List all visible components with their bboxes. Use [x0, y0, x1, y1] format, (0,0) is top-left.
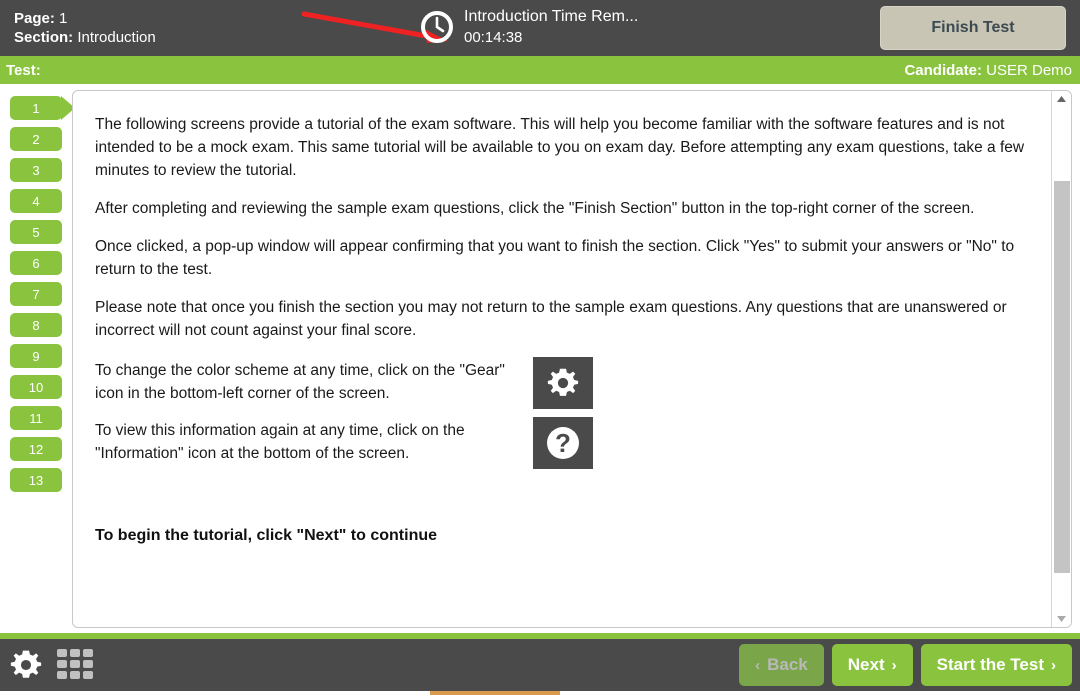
top-header: Page: 1 Section: Introduction Introducti…	[0, 0, 1080, 56]
sidebar-item-label: 3	[32, 162, 40, 178]
grid-icon[interactable]	[56, 647, 96, 683]
paragraph-4: Please note that once you finish the sec…	[95, 299, 1007, 339]
page-section-info: Page: 1 Section: Introduction	[14, 9, 156, 47]
back-button-label: Back	[767, 655, 808, 674]
candidate-value: USER Demo	[986, 61, 1072, 79]
clock-icon	[421, 11, 453, 43]
timer-title: Introduction Time Rem...	[464, 8, 639, 25]
test-label: Test:	[6, 61, 41, 79]
question-mark-icon-glyph: ?	[547, 427, 579, 459]
sidebar-item-13[interactable]: 13	[10, 468, 62, 492]
sidebar-item-label: 5	[32, 224, 40, 240]
start-test-button-label: Start the Test	[936, 655, 1044, 674]
timer-value: 00:14:38	[464, 29, 523, 46]
sidebar-item-label: 4	[32, 193, 40, 209]
test-info-bar: Test: Candidate: USER Demo	[0, 56, 1080, 84]
sidebar-item-label: 2	[32, 131, 40, 147]
page-value: 1	[59, 10, 68, 27]
info-instruction-text: To view this information again at any ti…	[95, 422, 465, 462]
section-value: Introduction	[77, 29, 156, 46]
section-label: Section:	[14, 29, 74, 46]
sidebar-item-label: 12	[28, 441, 44, 457]
page-label: Page:	[14, 10, 55, 27]
begin-tutorial-text: To begin the tutorial, click "Next" to c…	[95, 527, 438, 544]
next-button[interactable]: Next ›	[831, 644, 913, 686]
sidebar-item-6[interactable]: 6	[10, 251, 62, 275]
scroll-down-arrow[interactable]	[1052, 611, 1071, 627]
paragraph-3: Once clicked, a pop-up window will appea…	[95, 238, 1015, 278]
info-instruction-row: To view this information again at any ti…	[95, 417, 1035, 469]
next-button-label: Next	[847, 655, 885, 674]
sidebar-item-8[interactable]: 8	[10, 313, 62, 337]
paragraph-1: The following screens provide a tutorial…	[95, 116, 1025, 179]
candidate-label: Candidate:	[904, 61, 982, 79]
sidebar-item-label: 1	[32, 100, 40, 116]
chevron-left-icon: ‹	[755, 656, 761, 674]
page-line: Page: 1	[14, 9, 156, 28]
gear-instruction-row: To change the color scheme at any time, …	[95, 357, 1035, 409]
timer-block: Introduction Time Rem... 00:14:38	[420, 6, 638, 48]
footer-toolbar: ‹ Back Next › Start the Test ›	[0, 639, 1080, 691]
content-panel: The following screens provide a tutorial…	[72, 90, 1072, 628]
exam-software-window: Page: 1 Section: Introduction Introducti…	[0, 0, 1080, 696]
paragraph-2: After completing and reviewing the sampl…	[95, 200, 975, 217]
scroll-up-arrow[interactable]	[1052, 91, 1071, 107]
back-button[interactable]: ‹ Back	[739, 644, 824, 686]
question-navigator-sidebar: 1 2 3 4 5 6 7 8 9 10 11 12 13	[0, 88, 75, 633]
sidebar-item-3[interactable]: 3	[10, 158, 62, 182]
sidebar-item-label: 8	[32, 317, 40, 333]
start-test-button[interactable]: Start the Test ›	[920, 644, 1072, 686]
sidebar-item-label: 11	[29, 410, 43, 426]
sidebar-item-5[interactable]: 5	[10, 220, 62, 244]
sidebar-item-2[interactable]: 2	[10, 127, 62, 151]
content-scrollbar[interactable]	[1051, 91, 1071, 627]
sidebar-item-label: 6	[32, 255, 40, 271]
sidebar-item-11[interactable]: 11	[10, 406, 62, 430]
sidebar-item-label: 10	[28, 379, 44, 395]
finish-test-button[interactable]: Finish Test	[880, 6, 1066, 50]
gear-icon-glyph	[547, 368, 579, 396]
test-label-group: Test:	[6, 62, 41, 79]
gear-icon	[533, 357, 593, 409]
sidebar-item-9[interactable]: 9	[10, 344, 62, 368]
candidate-info: Candidate: USER Demo	[904, 62, 1072, 79]
gear-instruction-text: To change the color scheme at any time, …	[95, 362, 505, 402]
section-line: Section: Introduction	[14, 28, 156, 47]
svg-text:?: ?	[555, 428, 571, 458]
bottom-progress-indicator	[430, 691, 560, 695]
sidebar-item-10[interactable]: 10	[10, 375, 62, 399]
sidebar-item-12[interactable]: 12	[10, 437, 62, 461]
sidebar-item-4[interactable]: 4	[10, 189, 62, 213]
timer-text: Introduction Time Rem... 00:14:38	[464, 6, 638, 48]
gear-icon[interactable]	[8, 647, 44, 683]
sidebar-item-label: 13	[28, 472, 44, 488]
navigation-buttons: ‹ Back Next › Start the Test ›	[739, 644, 1072, 686]
chevron-right-icon: ›	[891, 656, 897, 674]
sidebar-item-7[interactable]: 7	[10, 282, 62, 306]
sidebar-item-label: 9	[32, 348, 40, 364]
tutorial-content: The following screens provide a tutorial…	[73, 91, 1051, 627]
scrollbar-thumb[interactable]	[1054, 181, 1070, 573]
chevron-right-icon: ›	[1051, 656, 1056, 674]
question-mark-icon: ?	[533, 417, 593, 469]
sidebar-item-1[interactable]: 1	[10, 96, 75, 120]
sidebar-item-label: 7	[32, 286, 40, 302]
